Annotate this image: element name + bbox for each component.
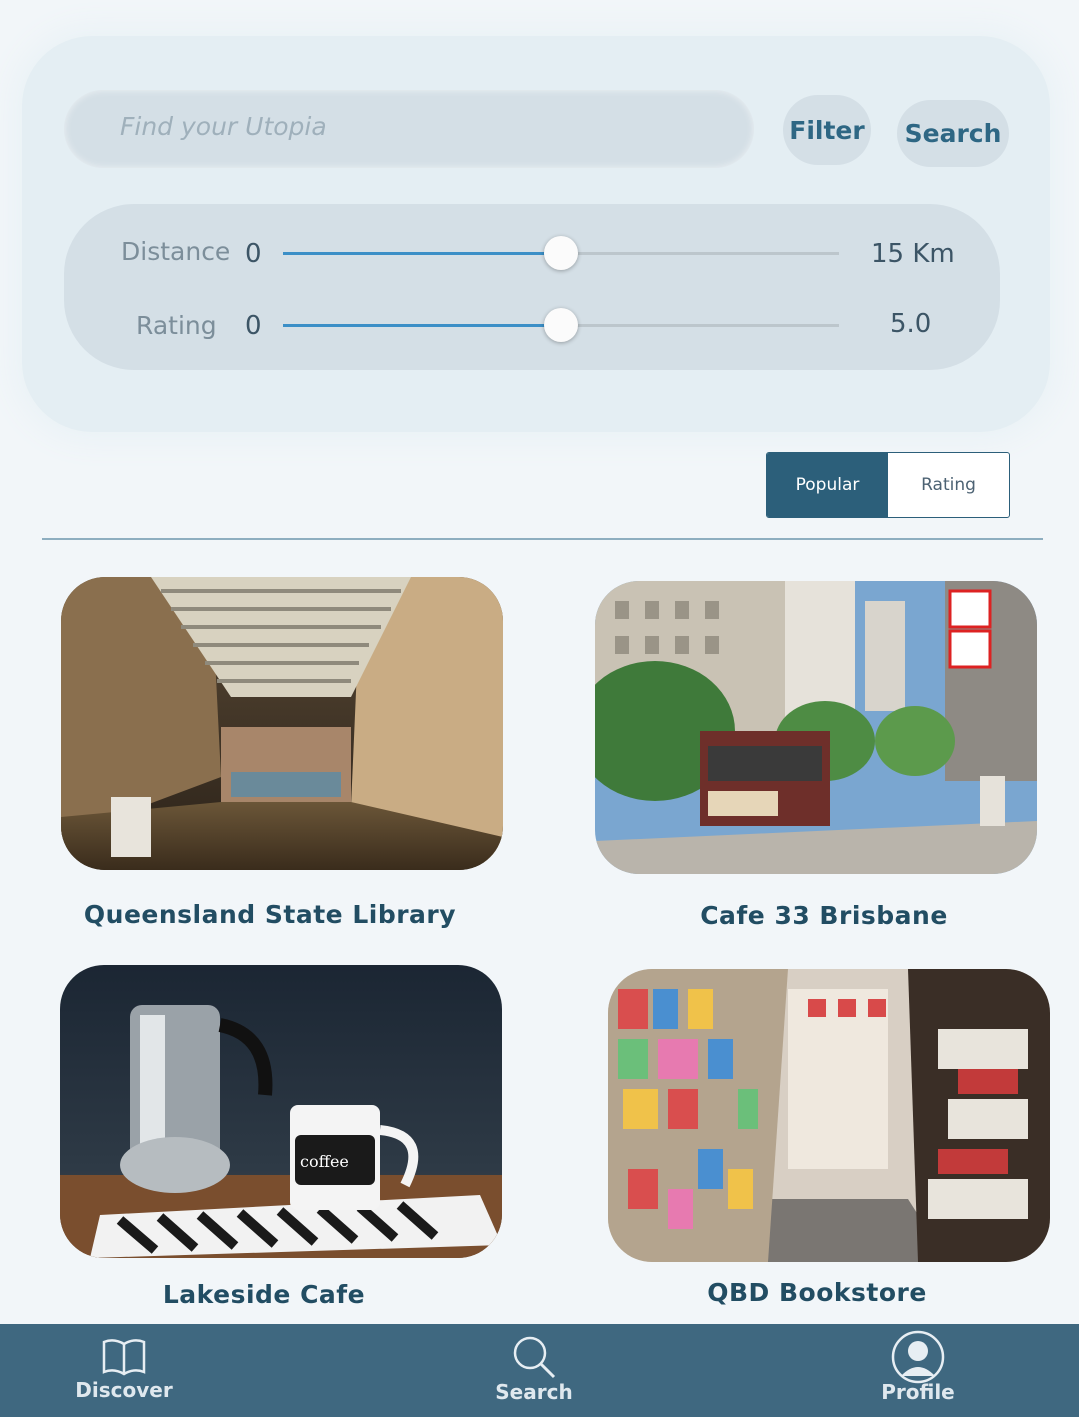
place-card-image-lakeside[interactable]: coffee bbox=[60, 965, 502, 1258]
place-title-lakeside[interactable]: Lakeside Cafe bbox=[34, 1280, 494, 1309]
search-placeholder: Find your Utopia bbox=[120, 112, 327, 141]
user-avatar-icon bbox=[891, 1330, 945, 1384]
filter-button[interactable]: Filter bbox=[783, 95, 871, 165]
distance-min: 0 bbox=[245, 239, 262, 269]
rating-slider-thumb[interactable] bbox=[544, 308, 578, 342]
place-title-qbd[interactable]: QBD Bookstore bbox=[587, 1278, 1047, 1307]
nav-profile-label: Profile bbox=[881, 1380, 955, 1404]
rating-slider-fill bbox=[283, 324, 561, 327]
place-title-cafe33[interactable]: Cafe 33 Brisbane bbox=[594, 901, 1054, 930]
rating-max: 5.0 bbox=[890, 309, 932, 339]
svg-text:coffee: coffee bbox=[300, 1152, 349, 1171]
place-title-library[interactable]: Queensland State Library bbox=[40, 900, 500, 929]
bottom-nav: Discover Search Profile bbox=[0, 1324, 1079, 1417]
coffee-mug-photo: coffee bbox=[60, 965, 502, 1258]
search-input[interactable]: Find your Utopia bbox=[64, 90, 754, 168]
section-divider bbox=[42, 538, 1043, 540]
cable-car-street-photo bbox=[595, 581, 1037, 874]
sort-option-rating[interactable]: Rating bbox=[888, 453, 1009, 517]
sort-segmented-control: Popular Rating bbox=[766, 452, 1010, 518]
magnifier-icon bbox=[513, 1336, 556, 1379]
nav-discover[interactable]: Discover bbox=[34, 1324, 214, 1417]
distance-slider-thumb[interactable] bbox=[544, 236, 578, 270]
nav-search[interactable]: Search bbox=[444, 1324, 624, 1417]
place-card-image-cafe33[interactable] bbox=[595, 581, 1037, 874]
nav-search-label: Search bbox=[495, 1380, 573, 1404]
search-button[interactable]: Search bbox=[897, 100, 1009, 167]
rating-label: Rating bbox=[136, 311, 217, 340]
distance-label: Distance bbox=[121, 237, 231, 266]
distance-slider[interactable] bbox=[283, 236, 839, 270]
book-icon bbox=[102, 1339, 146, 1376]
place-card-image-library[interactable] bbox=[61, 577, 503, 870]
distance-slider-fill bbox=[283, 252, 561, 255]
filter-slider-panel: Distance 0 15 Km Rating 0 5.0 bbox=[64, 204, 1000, 370]
sort-option-popular[interactable]: Popular bbox=[767, 453, 888, 517]
bookstore-aisle-photo bbox=[608, 969, 1050, 1262]
place-card-image-qbd[interactable] bbox=[608, 969, 1050, 1262]
library-hall-photo bbox=[61, 577, 503, 870]
rating-min: 0 bbox=[245, 311, 262, 341]
nav-profile[interactable]: Profile bbox=[828, 1324, 1008, 1417]
rating-slider[interactable] bbox=[283, 308, 839, 342]
distance-max: 15 Km bbox=[871, 239, 955, 269]
nav-discover-label: Discover bbox=[75, 1378, 173, 1402]
